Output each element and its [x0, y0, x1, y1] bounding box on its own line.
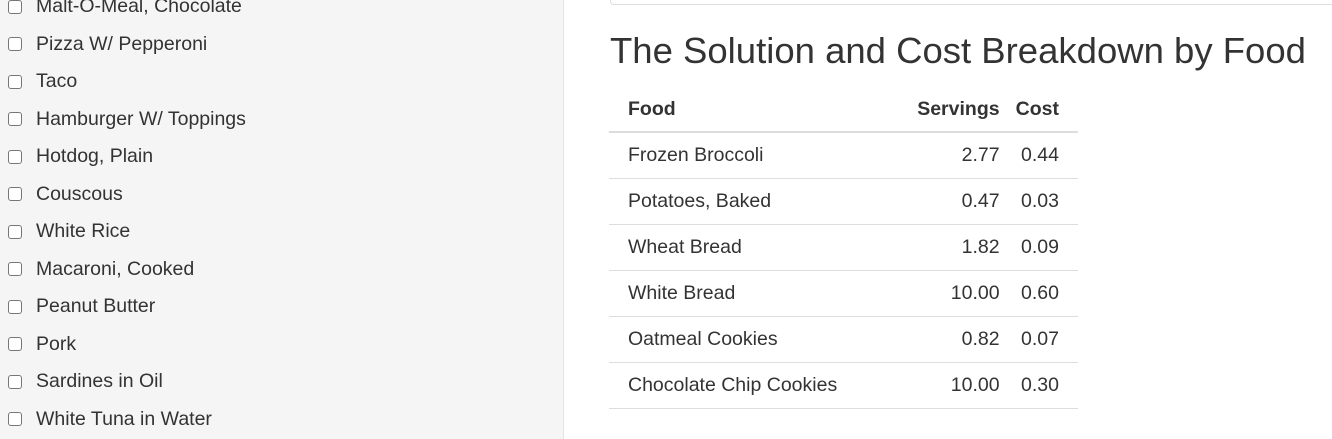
- food-option-label: Malt-O-Meal, Chocolate: [36, 0, 242, 18]
- food-selection-sidebar: Malt-O-Meal, Chocolate Pizza W/ Pepperon…: [0, 0, 564, 439]
- servings-cell: 0.82: [895, 316, 1000, 363]
- food-cell: Wheat Bread: [609, 224, 896, 271]
- food-checkbox[interactable]: [8, 112, 22, 127]
- food-option-label: Peanut Butter: [36, 295, 156, 318]
- cost-cell: 0.09: [999, 224, 1078, 271]
- food-option-label: White Tuna in Water: [36, 407, 212, 430]
- food-checkbox[interactable]: [8, 74, 22, 89]
- servings-cell: 0.47: [895, 178, 1000, 225]
- food-checkbox[interactable]: [8, 187, 22, 202]
- cost-cell: 0.07: [999, 316, 1078, 363]
- food-option[interactable]: Malt-O-Meal, Chocolate: [8, 0, 246, 26]
- food-cell: Frozen Broccoli: [609, 132, 896, 179]
- cost-cell: 0.30: [999, 362, 1078, 409]
- food-option-label: Taco: [36, 70, 78, 93]
- table-row: Wheat Bread 1.82 0.09: [609, 224, 1078, 271]
- food-option[interactable]: Hotdog, Plain: [8, 138, 246, 176]
- food-option-label: Hotdog, Plain: [36, 145, 154, 168]
- food-option[interactable]: White Tuna in Water: [8, 401, 246, 439]
- food-checkbox[interactable]: [8, 262, 22, 277]
- cost-cell: 0.03: [999, 178, 1078, 225]
- food-checkbox[interactable]: [8, 374, 22, 389]
- food-checkbox[interactable]: [8, 37, 22, 52]
- food-option-label: White Rice: [36, 220, 131, 243]
- food-checkbox-list: Malt-O-Meal, Chocolate Pizza W/ Pepperon…: [8, 0, 246, 438]
- food-option-label: Pizza W/ Pepperoni: [36, 32, 208, 55]
- top-panel-edge: [610, 0, 1332, 5]
- food-option[interactable]: Macaroni, Cooked: [8, 251, 246, 289]
- food-cell: White Bread: [609, 270, 896, 317]
- table-row: Frozen Broccoli 2.77 0.44: [609, 132, 1078, 179]
- table-row: White Bread 10.00 0.60: [609, 270, 1078, 317]
- food-option[interactable]: Pizza W/ Pepperoni: [8, 26, 246, 64]
- food-column-header: Food: [609, 87, 896, 133]
- cost-cell: 0.44: [999, 132, 1078, 179]
- table-row: Oatmeal Cookies 0.82 0.07: [609, 316, 1078, 363]
- food-option[interactable]: White Rice: [8, 213, 246, 251]
- food-option[interactable]: Couscous: [8, 176, 246, 214]
- servings-cell: 10.00: [895, 362, 1000, 409]
- food-checkbox[interactable]: [8, 299, 22, 314]
- food-cell: Oatmeal Cookies: [609, 316, 896, 363]
- cost-column-header: Cost: [999, 87, 1078, 133]
- food-option[interactable]: Hamburger W/ Toppings: [8, 101, 246, 139]
- main-content: The Solution and Cost Breakdown by Food …: [564, 0, 1332, 439]
- food-option-label: Couscous: [36, 182, 123, 205]
- food-option-label: Pork: [36, 332, 77, 355]
- food-option[interactable]: Sardines in Oil: [8, 363, 246, 401]
- table-header-row: Food Servings Cost: [609, 87, 1078, 133]
- servings-cell: 10.00: [895, 270, 1000, 317]
- food-checkbox[interactable]: [8, 337, 22, 352]
- section-title: The Solution and Cost Breakdown by Food: [610, 30, 1306, 71]
- solution-table: Food Servings Cost Frozen Broccoli 2.77 …: [609, 87, 1078, 409]
- food-checkbox[interactable]: [8, 412, 22, 427]
- food-checkbox[interactable]: [8, 149, 22, 164]
- table-row: Chocolate Chip Cookies 10.00 0.30: [609, 362, 1078, 409]
- table-row: Potatoes, Baked 0.47 0.03: [609, 178, 1078, 225]
- food-option[interactable]: Peanut Butter: [8, 288, 246, 326]
- servings-cell: 2.77: [895, 132, 1000, 179]
- food-checkbox[interactable]: [8, 224, 22, 239]
- food-option[interactable]: Taco: [8, 63, 246, 101]
- cost-cell: 0.60: [999, 270, 1078, 317]
- food-option-label: Sardines in Oil: [36, 370, 163, 393]
- food-option-label: Macaroni, Cooked: [36, 257, 195, 280]
- food-cell: Chocolate Chip Cookies: [609, 362, 896, 409]
- servings-cell: 1.82: [895, 224, 1000, 271]
- food-checkbox[interactable]: [8, 0, 22, 14]
- servings-column-header: Servings: [895, 87, 1000, 133]
- food-cell: Potatoes, Baked: [609, 178, 896, 225]
- app-layout: Malt-O-Meal, Chocolate Pizza W/ Pepperon…: [0, 0, 1332, 439]
- food-option[interactable]: Pork: [8, 326, 246, 364]
- food-option-label: Hamburger W/ Toppings: [36, 107, 246, 130]
